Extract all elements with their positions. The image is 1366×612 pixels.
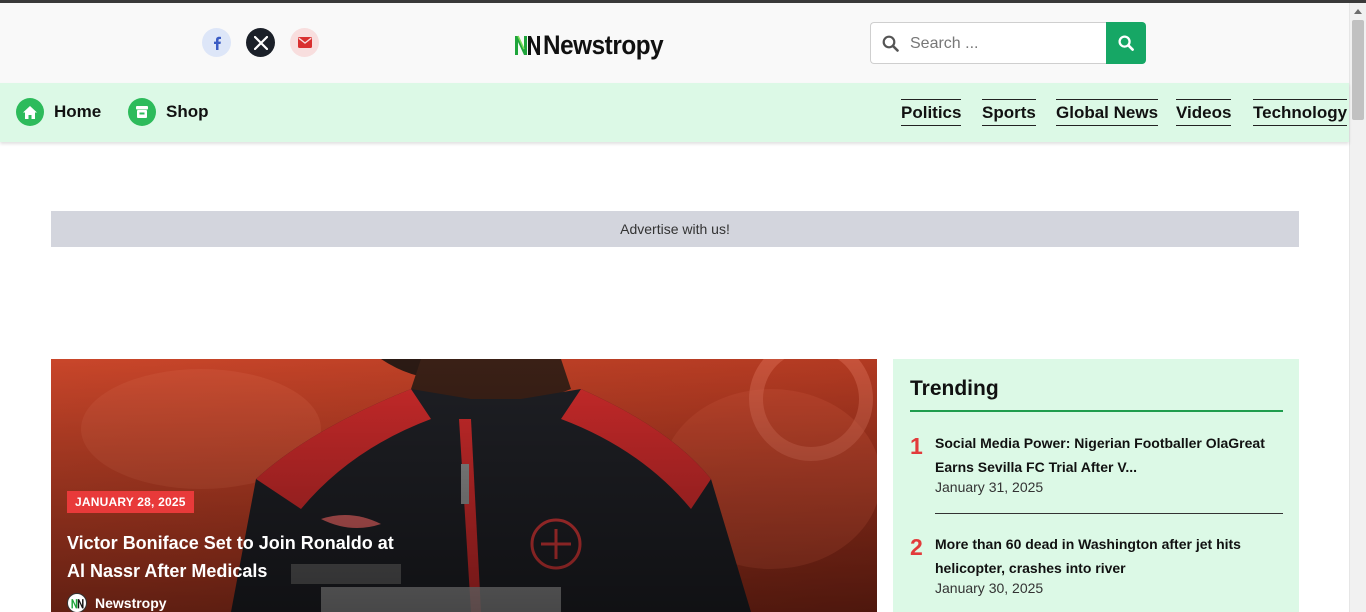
search-box <box>870 22 1107 64</box>
trending-date: January 31, 2025 <box>935 479 1044 495</box>
trending-item[interactable]: 2 More than 60 dead in Washington after … <box>910 532 1283 612</box>
scrollbar-thumb[interactable] <box>1352 20 1364 120</box>
nav-sports[interactable]: Sports <box>982 99 1036 126</box>
author-name: Newstropy <box>95 595 167 611</box>
facebook-link[interactable] <box>202 28 231 57</box>
site-logo[interactable]: Newstropy <box>514 30 677 60</box>
shop-icon <box>128 98 156 126</box>
nav-home[interactable]: Home <box>16 98 101 126</box>
search-icon <box>882 35 899 57</box>
x-icon <box>253 35 268 50</box>
trending-item[interactable]: 1 Social Media Power: Nigerian Footballe… <box>910 431 1283 516</box>
x-link[interactable] <box>246 28 275 57</box>
trending-title: Trending <box>910 377 999 400</box>
featured-title[interactable]: Victor Boniface Set to Join Ronaldo at A… <box>67 529 397 585</box>
nav-shop[interactable]: Shop <box>128 98 209 126</box>
nav-global-news[interactable]: Global News <box>1056 99 1159 126</box>
trending-rank: 2 <box>910 534 923 560</box>
nav-videos[interactable]: Videos <box>1176 99 1232 126</box>
featured-date-badge: JANUARY 28, 2025 <box>67 491 194 513</box>
nav-technology[interactable]: Technology <box>1253 99 1348 126</box>
advertise-text: Advertise with us! <box>620 221 730 237</box>
email-link[interactable] <box>290 28 319 57</box>
page-scrollbar[interactable] <box>1349 3 1366 612</box>
trending-panel: Trending 1 Social Media Power: Nigerian … <box>893 359 1299 612</box>
newstropy-logo-icon <box>70 598 84 608</box>
featured-article[interactable]: JANUARY 28, 2025 Victor Boniface Set to … <box>51 359 877 612</box>
main-navigation: Home Shop Politics Sports Global News Vi… <box>0 83 1349 142</box>
nav-politics[interactable]: Politics <box>901 99 962 126</box>
author-avatar <box>67 593 87 612</box>
advertise-banner[interactable]: Advertise with us! <box>51 211 1299 247</box>
search-button[interactable] <box>1106 22 1146 64</box>
nav-shop-label: Shop <box>166 102 209 121</box>
search-icon <box>1118 35 1134 51</box>
site-header: Newstropy <box>0 3 1349 83</box>
search-input[interactable] <box>910 33 1100 55</box>
trending-date: January 30, 2025 <box>935 580 1044 596</box>
featured-author[interactable]: Newstropy <box>67 593 167 612</box>
home-icon <box>16 98 44 126</box>
logo-text: Newstropy <box>543 29 664 60</box>
trending-headline[interactable]: Social Media Power: Nigerian Footballer … <box>935 431 1280 479</box>
facebook-icon <box>213 36 221 50</box>
newstropy-logo-icon <box>515 35 540 55</box>
envelope-icon <box>297 37 312 48</box>
nav-home-label: Home <box>54 102 102 121</box>
trending-headline[interactable]: More than 60 dead in Washington after je… <box>935 532 1280 580</box>
scroll-up-arrow-icon[interactable] <box>1354 9 1362 14</box>
trending-divider <box>910 410 1283 412</box>
trending-separator <box>935 513 1283 514</box>
trending-rank: 1 <box>910 433 923 459</box>
